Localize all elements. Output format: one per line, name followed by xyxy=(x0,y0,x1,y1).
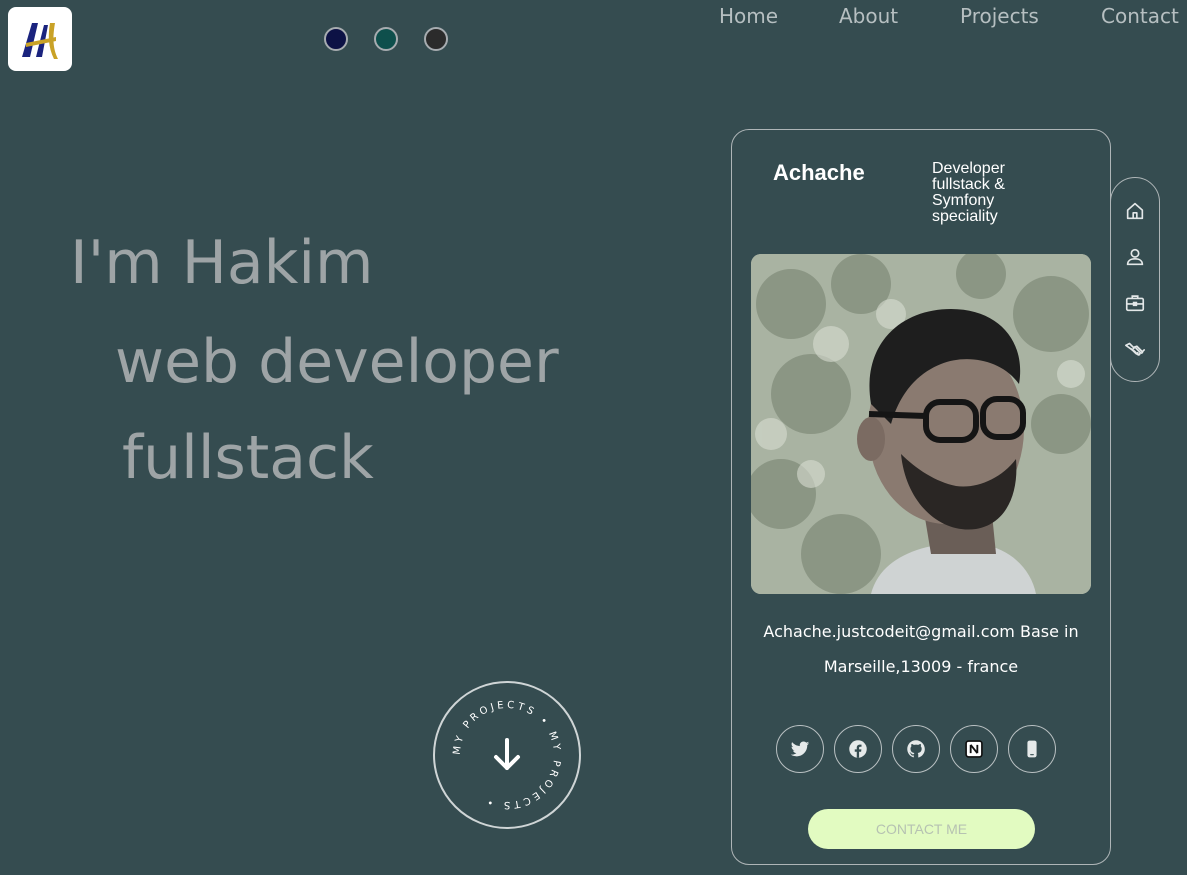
profile-contact-info: Achache.justcodeit@gmail.com Base in Mar… xyxy=(742,614,1100,684)
profile-location-line: Marseille,13009 - france xyxy=(823,657,1019,676)
home-icon xyxy=(1126,202,1144,220)
hero-title-line2: web developer xyxy=(115,327,559,397)
github-link[interactable] xyxy=(892,725,940,773)
phone-icon xyxy=(1027,740,1037,758)
side-nav-home[interactable] xyxy=(1124,200,1146,222)
nav-contact-link[interactable]: Contact xyxy=(1101,4,1179,28)
side-nav-contact[interactable] xyxy=(1124,338,1146,360)
briefcase-icon xyxy=(1125,295,1145,312)
logo[interactable] xyxy=(8,7,72,71)
profile-name: Achache xyxy=(773,160,865,185)
nav-projects-link[interactable]: Projects xyxy=(960,4,1039,28)
side-nav-about[interactable] xyxy=(1124,246,1146,268)
profile-email-line: Achache.justcodeit@gmail.com Base in xyxy=(763,622,1079,641)
logo-mark xyxy=(22,23,58,59)
social-links xyxy=(776,725,1056,773)
nav-home-link[interactable]: Home xyxy=(719,4,778,28)
theme-dark-button[interactable] xyxy=(424,27,448,51)
arrow-down-icon xyxy=(494,738,520,770)
profile-card: Achache Developer fullstack & Symfony sp… xyxy=(731,129,1111,865)
profile-role: Developer fullstack & Symfony speciality xyxy=(932,160,1005,225)
notion-link[interactable] xyxy=(950,725,998,773)
github-icon xyxy=(907,740,925,758)
my-projects-scroll-button[interactable]: MY PROJECTS • MY PROJECTS • xyxy=(432,680,582,830)
side-nav-projects[interactable] xyxy=(1124,292,1146,314)
facebook-link[interactable] xyxy=(834,725,882,773)
facebook-icon xyxy=(849,740,867,758)
twitter-link[interactable] xyxy=(776,725,824,773)
profile-photo xyxy=(751,254,1091,594)
side-nav xyxy=(1110,177,1160,382)
nav-about-link[interactable]: About xyxy=(839,4,898,28)
phone-link[interactable] xyxy=(1008,725,1056,773)
notion-icon xyxy=(965,740,983,758)
contact-me-button[interactable]: CONTACT ME xyxy=(808,809,1035,849)
twitter-icon xyxy=(790,741,810,757)
hero-title-line1: I'm Hakim xyxy=(70,228,374,298)
theme-navy-button[interactable] xyxy=(324,27,348,51)
theme-teal-button[interactable] xyxy=(374,27,398,51)
user-icon xyxy=(1126,248,1144,266)
handshake-icon xyxy=(1125,342,1145,356)
hero-title-line3: fullstack xyxy=(122,423,374,493)
